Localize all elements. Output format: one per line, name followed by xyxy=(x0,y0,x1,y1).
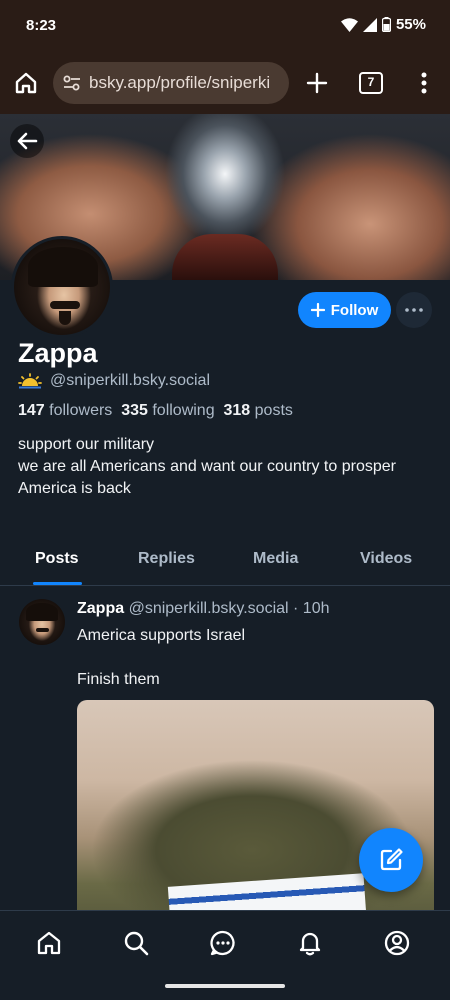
post-meta: @sniperkill.bsky.social · 10h xyxy=(128,600,330,617)
battery-percent: 55% xyxy=(395,16,426,33)
post-avatar[interactable] xyxy=(19,599,65,645)
following-label: following xyxy=(152,402,215,419)
following-count: 335 xyxy=(121,402,148,419)
tab-switcher-button[interactable]: 7 xyxy=(359,72,383,94)
banner-crystal-ball-stand xyxy=(172,234,278,280)
avatar-mustache xyxy=(36,628,49,632)
avatar-beard xyxy=(59,311,71,325)
follow-button[interactable]: Follow xyxy=(298,292,391,328)
tab-videos[interactable]: Videos xyxy=(360,550,412,568)
post-author-name[interactable]: Zappa xyxy=(77,600,124,617)
site-settings-icon[interactable] xyxy=(63,75,81,91)
status-bar: 8:23 55% xyxy=(0,0,450,52)
plus-icon xyxy=(310,303,325,317)
avatar-hair xyxy=(28,247,98,287)
following-stat[interactable]: 335 following xyxy=(121,402,214,419)
handle-row: @sniperkill.bsky.social xyxy=(18,372,210,390)
bio-line: we are all Americans and want our countr… xyxy=(18,458,396,475)
chat-icon[interactable] xyxy=(209,929,237,957)
compose-button[interactable] xyxy=(359,828,423,892)
home-icon[interactable] xyxy=(35,929,63,957)
profile-handle: @sniperkill.bsky.social xyxy=(50,372,210,389)
posts-stat: 318 posts xyxy=(224,402,293,419)
posts-count: 318 xyxy=(223,402,251,419)
posts-label: posts xyxy=(254,402,293,419)
active-tab-indicator xyxy=(33,582,82,585)
display-name: Zappa xyxy=(18,338,98,368)
profile-bio: support our military we are all American… xyxy=(18,434,438,500)
followers-label: followers xyxy=(49,402,113,419)
follow-label: Follow xyxy=(330,301,379,319)
status-icons: 55% xyxy=(340,16,426,33)
tab-posts[interactable]: Posts xyxy=(35,550,79,568)
new-tab-icon[interactable] xyxy=(303,69,331,97)
browser-home-icon[interactable] xyxy=(12,69,40,97)
url-text: bsky.app/profile/sniperki xyxy=(89,73,271,92)
profile-icon[interactable] xyxy=(383,929,411,957)
browser-menu-icon[interactable] xyxy=(414,69,434,97)
profile-tabs: Posts Replies Media Videos xyxy=(0,540,450,586)
gesture-bar xyxy=(165,984,285,988)
sunrise-icon xyxy=(18,373,42,389)
post-header: Zappa @sniperkill.bsky.social · 10h xyxy=(77,600,329,618)
tab-replies[interactable]: Replies xyxy=(138,550,195,568)
status-time: 8:23 xyxy=(26,17,57,34)
back-button[interactable] xyxy=(10,124,44,158)
bio-line: support our military xyxy=(18,436,155,453)
more-options-button[interactable] xyxy=(396,292,432,328)
bio-line: America is back xyxy=(18,480,131,497)
followers-stat[interactable]: 147 followers xyxy=(18,402,112,419)
post-text-line: Finish them xyxy=(77,671,160,688)
followers-count: 147 xyxy=(18,402,45,419)
profile-stats: 147 followers 335 following 318 posts xyxy=(18,402,293,420)
notifications-icon[interactable] xyxy=(296,929,324,957)
browser-toolbar: bsky.app/profile/sniperki 7 xyxy=(0,52,450,114)
profile-avatar[interactable] xyxy=(11,236,113,338)
ellipsis-icon xyxy=(405,308,423,312)
avatar-mustache xyxy=(50,301,80,309)
wifi-icon xyxy=(340,17,358,32)
address-bar[interactable]: bsky.app/profile/sniperki xyxy=(53,62,289,104)
post-text-line: America supports Israel xyxy=(77,627,246,644)
compose-icon xyxy=(380,848,403,871)
tab-media[interactable]: Media xyxy=(253,550,298,568)
back-arrow-icon xyxy=(17,132,38,150)
battery-icon xyxy=(381,17,391,32)
avatar-hair xyxy=(26,603,58,621)
search-icon[interactable] xyxy=(122,929,150,957)
signal-icon xyxy=(362,17,377,32)
